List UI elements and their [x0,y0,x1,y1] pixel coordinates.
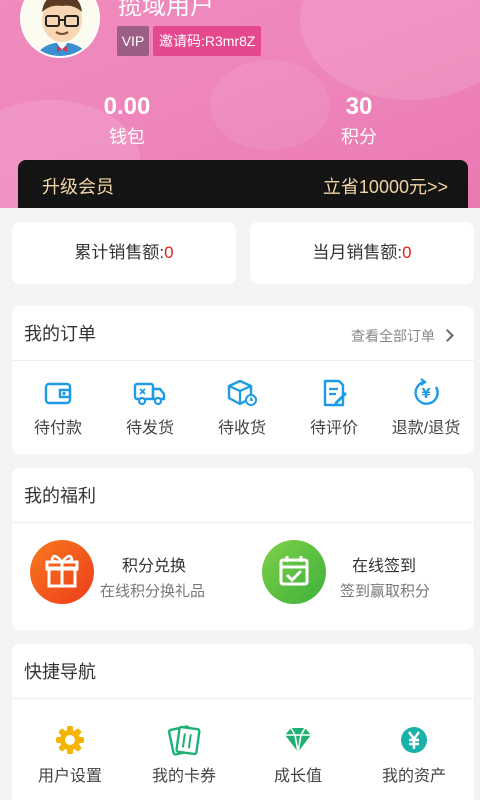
shortcut-my-coupons[interactable]: 我的卡券 [138,724,230,786]
shortcuts-card: 快捷导航 用户设置 我的卡券 成长值 我的资产 [12,644,474,800]
points-value: 30 [345,93,373,120]
view-all-orders-link[interactable]: 查看全部订单 [351,326,454,346]
profile-header: 揽域用户 VIP 邀请码:R3mr8Z 0.00 钱包 30 积分 升级会员 立… [0,0,480,208]
order-pending-review[interactable]: 待评价 [288,378,380,438]
vip-badge: VIP [117,26,149,56]
total-sales-card[interactable]: 累计销售额:0 [12,222,236,284]
wallet-icon [44,382,72,405]
order-item-label: 待付款 [33,420,82,437]
divider [12,522,474,523]
online-checkin-title: 在线签到 [352,558,417,575]
order-item-label: 退款/退货 [391,420,461,437]
refund-icon: ¥ [414,378,439,405]
benefits-title: 我的福利 [24,486,96,506]
points-label: 积分 [341,127,377,147]
upgrade-vip-bar[interactable]: 升级会员 立省10000元>> [18,160,468,208]
svg-text:¥: ¥ [421,387,430,402]
points-stat[interactable]: 30 积分 [279,90,439,150]
order-pending-shipment[interactable]: 待发货 [104,378,196,438]
order-pending-payment[interactable]: 待付款 [12,378,104,438]
online-checkin-desc: 签到赢取积分 [340,583,431,600]
points-exchange-title: 积分兑换 [122,558,187,575]
wallet-stat[interactable]: 0.00 钱包 [47,90,207,150]
orders-card: 我的订单 查看全部订单 待付款 待发货 待收货 待评价 ¥ 退款/退货 [12,306,474,454]
avatar[interactable] [20,0,100,58]
gift-icon [30,540,94,604]
calendar-check-icon [262,540,326,604]
upgrade-vip-label: 升级会员 [42,177,114,197]
divider [12,360,474,361]
shortcut-user-settings[interactable]: 用户设置 [24,724,116,786]
review-icon [323,379,347,407]
invite-code-badge[interactable]: 邀请码:R3mr8Z [153,26,262,56]
upgrade-vip-savings: 立省10000元>> [322,177,448,197]
order-refund[interactable]: ¥ 退款/退货 [380,378,472,438]
order-item-label: 待收货 [217,420,266,437]
shortcut-label: 我的卡券 [151,768,216,785]
month-sales-value: 0 [402,243,412,262]
month-sales-label: 当月销售额: [312,243,403,262]
view-all-orders-label: 查看全部订单 [351,328,435,344]
yen-coin-icon [401,727,427,753]
shortcut-growth-value[interactable]: 成长值 [252,724,344,786]
order-item-label: 待发货 [125,420,174,437]
divider [12,698,474,699]
total-sales-label: 累计销售额: [74,243,165,262]
order-pending-receipt[interactable]: 待收货 [196,378,288,438]
wallet-label: 钱包 [109,127,145,147]
orders-title: 我的订单 [24,324,96,344]
gear-icon [56,726,84,754]
shortcut-my-assets[interactable]: 我的资产 [368,724,460,786]
package-icon [227,379,257,406]
month-sales-card[interactable]: 当月销售额:0 [250,222,474,284]
chevron-right-icon [441,329,454,342]
points-exchange[interactable]: 积分兑换 在线积分换礼品 [30,540,230,610]
nickname: 揽域用户 [118,0,214,20]
header-decoration [300,0,480,100]
shortcut-label: 成长值 [273,768,322,785]
diamond-icon [285,727,311,753]
coupon-icon [167,725,201,756]
online-checkin[interactable]: 在线签到 签到赢取积分 [262,540,462,610]
wallet-value: 0.00 [103,93,151,120]
truck-icon [133,382,166,406]
points-exchange-desc: 在线积分换礼品 [100,583,206,600]
shortcut-label: 我的资产 [381,768,446,785]
total-sales-value: 0 [164,243,174,262]
order-item-label: 待评价 [309,420,358,437]
shortcuts-title: 快捷导航 [24,662,96,682]
shortcut-label: 用户设置 [37,768,102,785]
